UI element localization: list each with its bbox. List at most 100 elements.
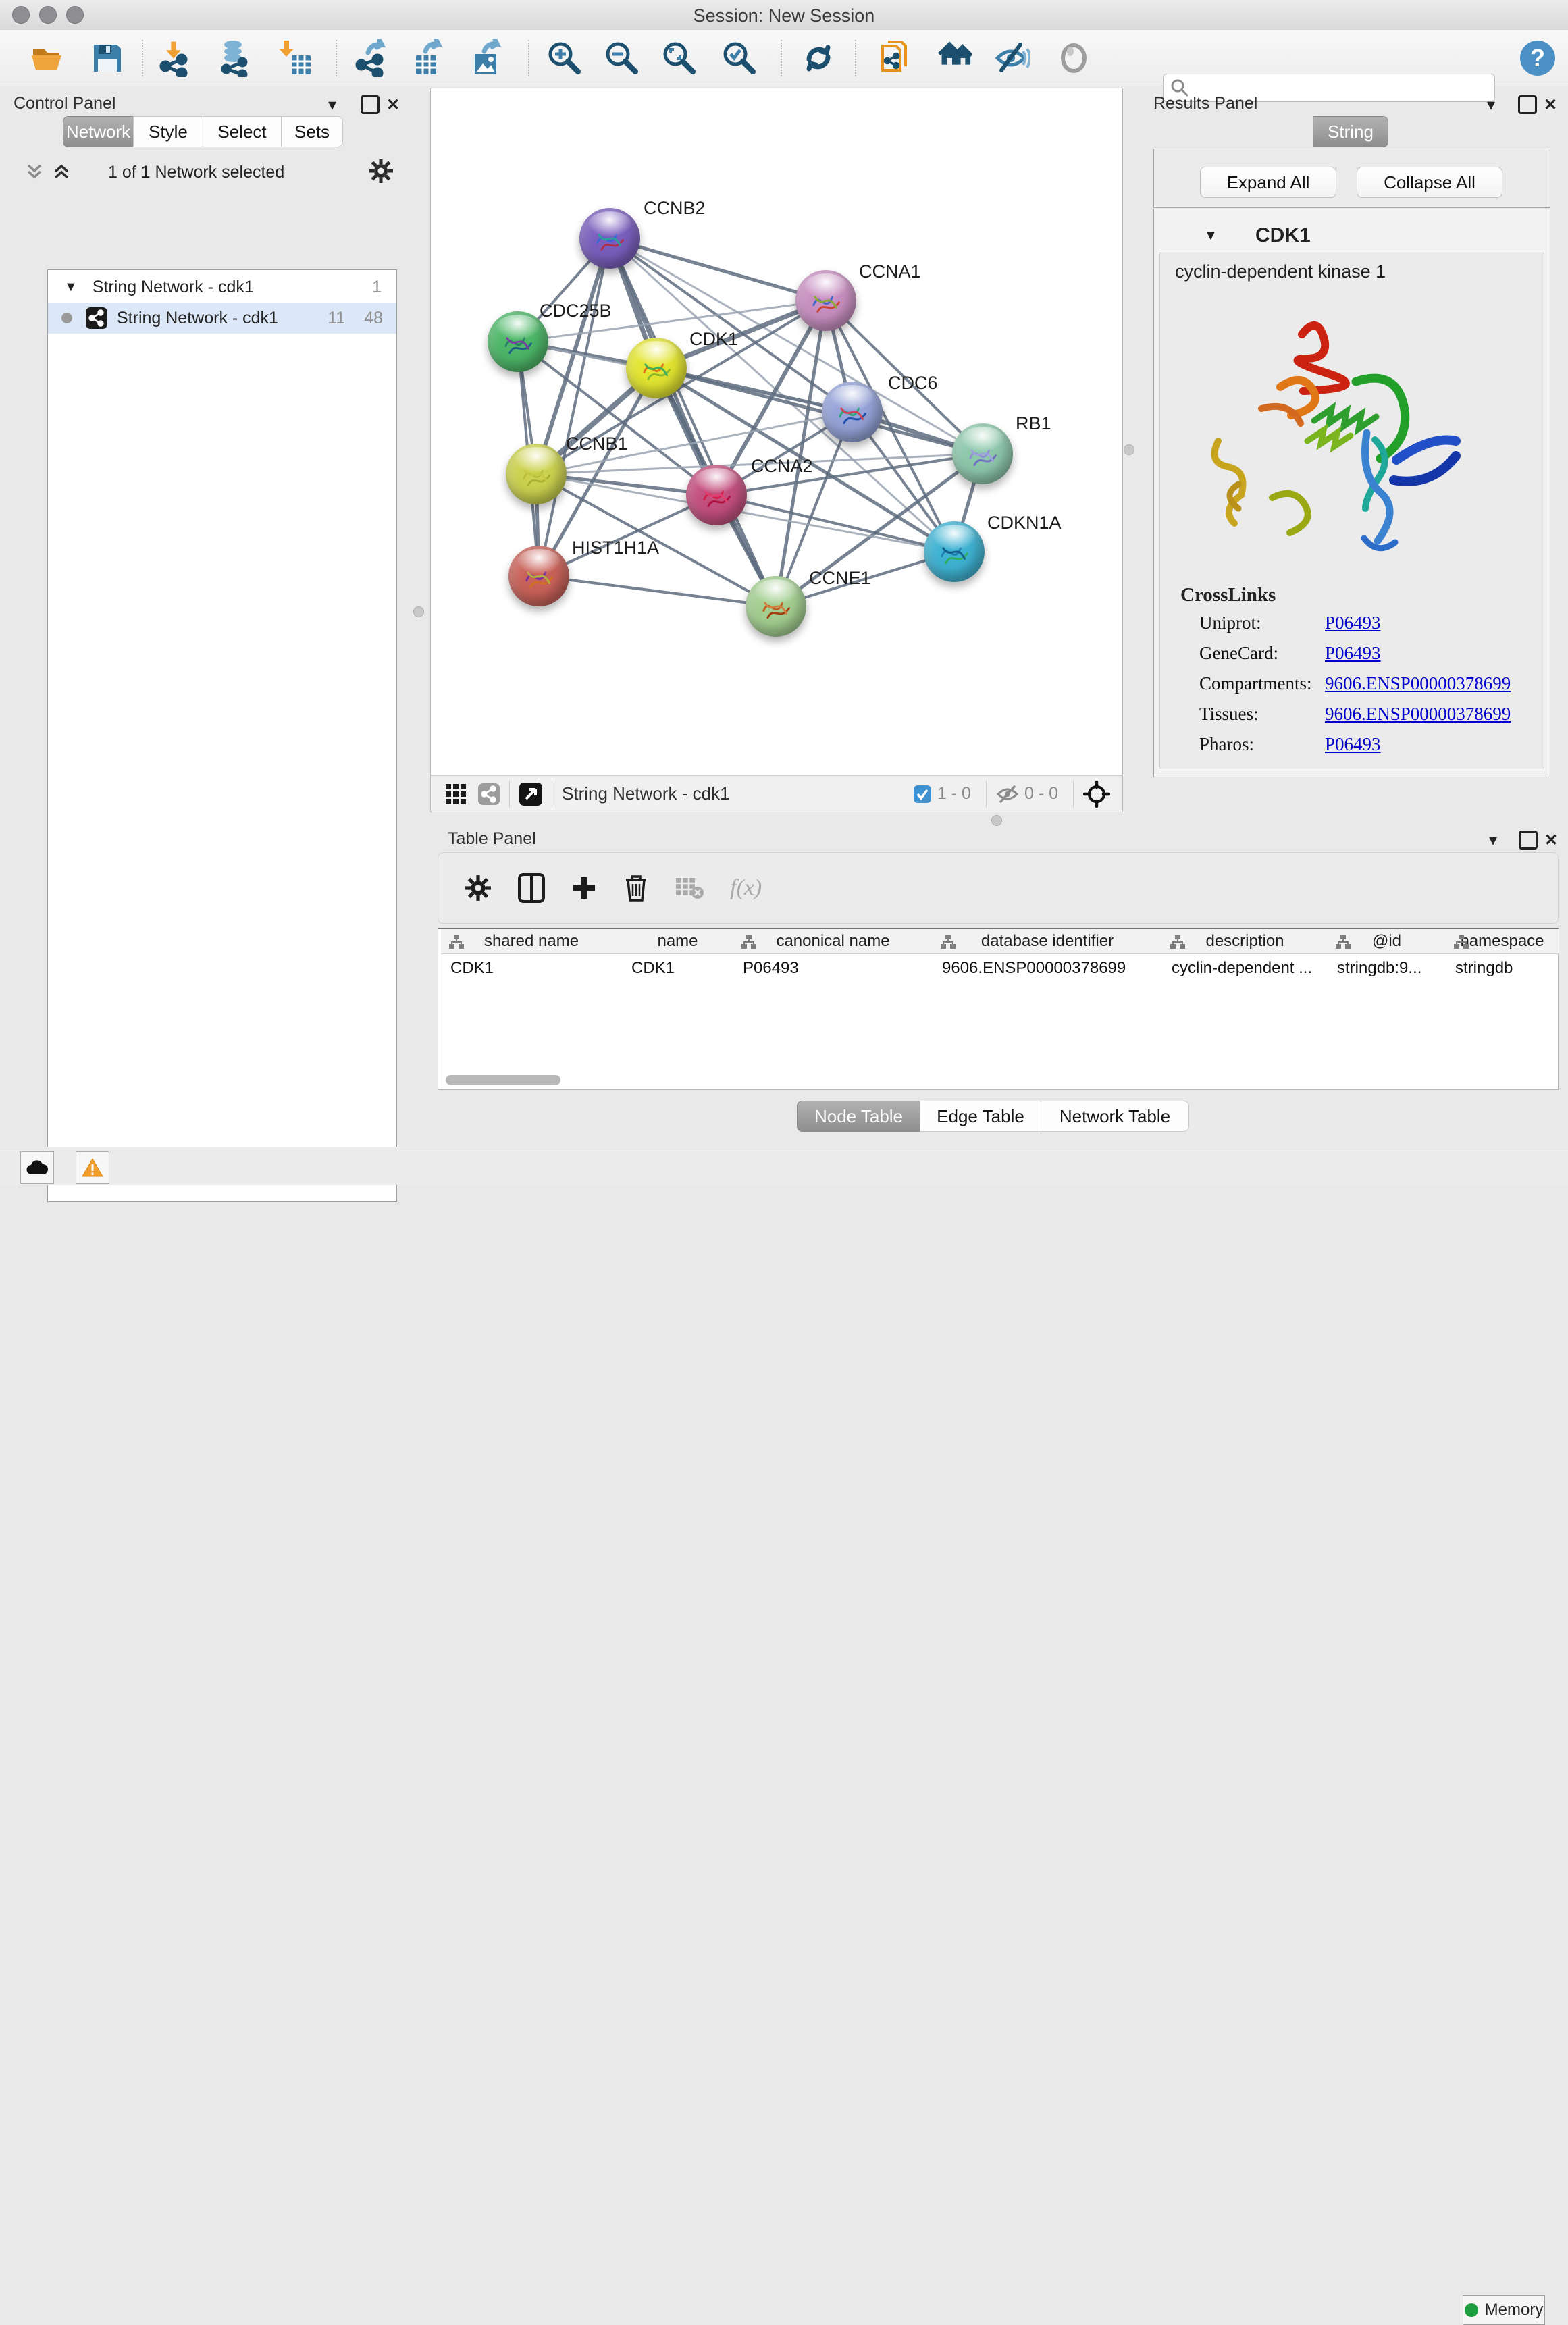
birdseye-icon[interactable] <box>1083 781 1110 808</box>
table-cell[interactable]: CDK1 <box>622 953 733 983</box>
results-panel-float-icon[interactable] <box>1518 95 1537 114</box>
add-column-icon[interactable] <box>571 874 598 902</box>
toolbar-separator <box>855 40 856 76</box>
selected-checkbox-icon[interactable] <box>913 785 932 804</box>
bring-query-icon[interactable] <box>877 38 916 78</box>
left-splitter-handle[interactable] <box>413 606 424 617</box>
network-collection-row[interactable]: ▼ String Network - cdk1 1 <box>48 271 396 303</box>
column-header-namespace[interactable]: namespace <box>1446 929 1559 954</box>
zoom-fit-icon[interactable] <box>660 38 699 78</box>
table-panel-float-icon[interactable] <box>1519 831 1538 850</box>
zoom-out-icon[interactable] <box>602 38 642 78</box>
network-canvas[interactable]: CCNB2CCNA1CDC25BCDK1CDC6RB1CCNB1CCNA2CDK… <box>430 88 1123 775</box>
table-cell[interactable]: stringdb <box>1446 953 1559 983</box>
crosslink-tissues-link[interactable]: 9606.ENSP00000378699 <box>1325 704 1511 725</box>
results-panel-menu-icon[interactable]: ▾ <box>1487 95 1495 115</box>
column-header-shared-name[interactable]: shared name <box>441 929 623 954</box>
export-image-icon[interactable] <box>467 38 506 78</box>
collection-expander-icon[interactable]: ▼ <box>64 280 78 295</box>
table-cell[interactable]: 9606.ENSP00000378699 <box>933 953 1162 983</box>
show-columns-icon[interactable] <box>518 873 545 903</box>
refresh-icon[interactable] <box>799 38 838 78</box>
export-network-icon[interactable] <box>352 38 392 78</box>
expand-all-icon[interactable] <box>51 161 72 185</box>
tab-style[interactable]: Style <box>133 116 203 147</box>
control-panel-float-icon[interactable] <box>361 95 380 114</box>
network-edge-HIST1H1A-CCNE1[interactable] <box>539 576 776 606</box>
import-network-database-icon[interactable] <box>215 38 254 78</box>
main-toolbar: ? <box>0 30 1568 86</box>
results-panel-close-icon[interactable]: ✕ <box>1544 95 1557 115</box>
memory-button[interactable]: Memory <box>1463 2295 1545 2325</box>
expand-all-button[interactable]: Expand All <box>1200 167 1336 198</box>
network-node-CCNB2[interactable] <box>579 208 640 269</box>
network-node-CCNA1[interactable] <box>795 270 856 331</box>
table-hscrollbar-thumb[interactable] <box>446 1075 560 1085</box>
memory-label: Memory <box>1485 2301 1544 2320</box>
network-options-gear-icon[interactable] <box>367 157 394 188</box>
export-table-icon[interactable] <box>410 38 449 78</box>
network-node-CDKN1A[interactable] <box>924 521 985 582</box>
right-splitter-handle[interactable] <box>1124 444 1134 455</box>
string-home-icon[interactable] <box>933 38 972 78</box>
delete-column-icon[interactable] <box>623 873 649 903</box>
network-node-HIST1H1A[interactable] <box>508 546 569 606</box>
status-bar: Memory <box>0 1147 1568 1185</box>
collapse-all-icon[interactable] <box>24 161 45 185</box>
zoom-in-icon[interactable] <box>545 38 584 78</box>
table-cell[interactable]: CDK1 <box>441 953 622 983</box>
column-header--id[interactable]: @id <box>1328 929 1446 954</box>
table-panel-menu-icon[interactable]: ▾ <box>1489 831 1497 850</box>
tab-select[interactable]: Select <box>203 116 282 147</box>
detach-view-icon[interactable] <box>519 783 542 806</box>
tab-sets[interactable]: Sets <box>281 116 343 147</box>
cloud-button[interactable] <box>20 1151 54 1184</box>
save-session-icon[interactable] <box>88 38 127 78</box>
network-row[interactable]: String Network - cdk1 11 48 <box>48 303 396 334</box>
network-node-CCNE1[interactable] <box>746 576 806 637</box>
gene-name: CDK1 <box>1255 224 1311 247</box>
crosslink-pharos-link[interactable]: P06493 <box>1325 734 1381 755</box>
zoom-selected-icon[interactable] <box>720 38 759 78</box>
tab-network-table[interactable]: Network Table <box>1041 1101 1189 1132</box>
table-cell[interactable]: cyclin-dependent ... <box>1162 953 1328 983</box>
network-node-RB1[interactable] <box>952 423 1013 484</box>
tab-network[interactable]: Network <box>63 116 134 147</box>
hidden-eye-icon[interactable] <box>996 785 1019 803</box>
import-network-file-icon[interactable] <box>155 38 194 78</box>
tab-node-table[interactable]: Node Table <box>797 1101 920 1132</box>
network-node-CDC6[interactable] <box>822 382 883 442</box>
help-icon[interactable]: ? <box>1518 38 1557 78</box>
control-panel-close-icon[interactable]: ✕ <box>386 95 400 115</box>
crosslink-uniprot-link[interactable]: P06493 <box>1325 612 1381 633</box>
network-node-CCNA2[interactable] <box>686 465 747 525</box>
crosslink-genecard-link[interactable]: P06493 <box>1325 643 1381 664</box>
network-status-dot <box>61 313 72 323</box>
column-header-canonical-name[interactable]: canonical name <box>733 929 933 954</box>
open-session-icon[interactable] <box>28 38 68 78</box>
control-panel-menu-icon[interactable]: ▾ <box>328 95 336 115</box>
grid-view-icon[interactable] <box>446 784 466 804</box>
crosslink-compartments-link[interactable]: 9606.ENSP00000378699 <box>1325 673 1511 694</box>
table-panel-close-icon[interactable]: ✕ <box>1544 831 1558 850</box>
tab-string[interactable]: String <box>1313 116 1388 147</box>
table-gear-icon[interactable] <box>464 874 492 902</box>
network-node-label-CDK1: CDK1 <box>689 329 738 350</box>
table-cell[interactable]: stringdb:9... <box>1328 953 1446 983</box>
network-edge-CCNB2-CCNA1[interactable] <box>610 238 826 301</box>
string-view-icon[interactable] <box>478 783 500 805</box>
gene-section: ▼ CDK1 cyclin-dependent kinase 1 <box>1153 209 1550 777</box>
warning-button[interactable] <box>76 1151 109 1184</box>
network-node-CDK1[interactable] <box>626 338 687 398</box>
column-header-database-identifier[interactable]: database identifier <box>933 929 1163 954</box>
network-node-CCNB1[interactable] <box>506 444 567 504</box>
import-table-file-icon[interactable] <box>275 38 314 78</box>
hide-unhide-icon[interactable] <box>991 38 1030 78</box>
table-cell[interactable]: P06493 <box>733 953 933 983</box>
tab-edge-table[interactable]: Edge Table <box>920 1101 1041 1132</box>
column-header-description[interactable]: description <box>1162 929 1328 954</box>
collapse-all-button[interactable]: Collapse All <box>1357 167 1502 198</box>
gene-expander-icon[interactable]: ▼ <box>1204 228 1218 244</box>
network-edge-CCNB2-HIST1H1A[interactable] <box>539 238 610 576</box>
column-header-name[interactable]: name <box>622 929 734 954</box>
